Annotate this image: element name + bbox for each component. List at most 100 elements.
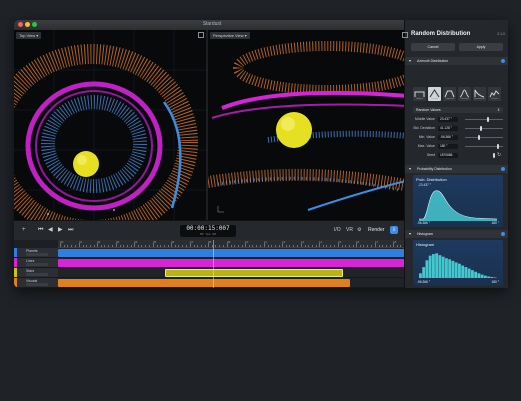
cancel-button[interactable]: Cancel xyxy=(411,43,455,51)
ruler-tick xyxy=(241,245,243,247)
ruler-tick xyxy=(278,245,280,247)
io-button[interactable]: I/O xyxy=(334,227,341,234)
ruler-tick xyxy=(289,245,291,247)
ruler-tick xyxy=(127,245,129,247)
graph-subtitle: -23.437 ° xyxy=(418,183,431,187)
track-lane[interactable] xyxy=(58,258,410,268)
track-lane[interactable] xyxy=(58,248,410,258)
info-icon[interactable] xyxy=(501,167,505,171)
info-icon[interactable] xyxy=(501,59,505,63)
ruler-tick xyxy=(322,245,324,247)
perspective-view-viewport[interactable]: Perspective View ▾ xyxy=(208,30,410,220)
viewport-menu-label: Top View xyxy=(19,33,36,38)
timecode-display[interactable]: 00:00:15:007 00 fps 00 xyxy=(180,225,236,237)
track-header[interactable]: Lines xyxy=(14,258,58,268)
distribution-shape-label: Trapezoid xyxy=(445,98,454,100)
probability-graph: Prob. Distribution -23.437 ° -96.366 ° 1… xyxy=(413,175,503,227)
track-parameter-field[interactable] xyxy=(26,263,48,266)
ruler-tick xyxy=(304,245,306,247)
parameter-value-field[interactable]: -96.366 ° xyxy=(438,135,458,140)
viewport-menu[interactable]: Perspective View ▾ xyxy=(210,32,250,39)
ruler-tick xyxy=(396,245,398,247)
vr-button[interactable]: VR xyxy=(346,227,353,234)
parameter-value-field[interactable]: 1870686 xyxy=(438,153,458,158)
timecode-subtitle: 00 fps 00 xyxy=(199,232,217,236)
playhead[interactable] xyxy=(213,240,214,288)
refresh-icon[interactable]: ↻ xyxy=(497,152,501,158)
render-icon[interactable]: ⇩ xyxy=(390,226,398,234)
histogram-bar xyxy=(448,259,452,278)
track-header[interactable]: Visuals xyxy=(14,278,58,288)
maximize-viewport-icon[interactable] xyxy=(402,32,408,38)
parameter-slider-knob[interactable] xyxy=(478,135,480,140)
histogram-section-header[interactable]: ▾ Histogram xyxy=(405,230,508,238)
histogram-bar xyxy=(480,274,484,278)
random-values-select[interactable]: Random Values ⇕ xyxy=(413,107,503,113)
ruler-tick xyxy=(256,245,258,247)
track-color-swatch xyxy=(14,268,17,277)
timeline-ruler[interactable]: 00 01 02 03 04 05 06 07 08 09 10 11 12 13 14 15 16 17 18 xyxy=(58,240,410,248)
distribution-shape-label: Triangle xyxy=(430,98,439,100)
histogram-bar xyxy=(484,275,487,278)
distribution-shape-gaussian-button[interactable]: Gaussian xyxy=(458,87,471,101)
track-header[interactable]: Planets xyxy=(14,248,58,258)
track-color-swatch xyxy=(14,278,17,287)
parameter-label: Max. Value xyxy=(417,144,435,148)
play-icon[interactable]: ▶ xyxy=(58,227,63,234)
distribution-shape-uniform-button[interactable]: Uniform xyxy=(413,87,426,101)
parameter-value-field[interactable]: 23.437 ° xyxy=(438,117,458,122)
parameter-slider-knob[interactable] xyxy=(487,117,489,122)
info-icon[interactable] xyxy=(501,232,505,236)
parameter-label: Std. Deviation xyxy=(413,126,435,130)
parameter-row: Seed 1870686 ↻ xyxy=(413,152,503,159)
ruler-tick xyxy=(219,245,221,247)
parameter-value-field[interactable]: 41.128 ° xyxy=(438,126,458,131)
distribution-shape-triangle-button[interactable]: Triangle xyxy=(428,87,441,101)
parameter-slider-knob[interactable] xyxy=(497,144,499,149)
ruler-tick xyxy=(341,245,343,247)
timeline-clip[interactable] xyxy=(58,249,410,257)
ruler-tick xyxy=(116,243,117,247)
azimuth-section-header[interactable]: ▾ Azimuth Distribution xyxy=(405,57,508,65)
parameter-slider-track[interactable] xyxy=(465,137,503,138)
graph-title: Prob. Distribution xyxy=(416,177,447,182)
ruler-tick xyxy=(359,245,361,247)
seed-stepper[interactable] xyxy=(493,153,495,158)
parameter-row: Std. Deviation 41.128 ° xyxy=(413,125,503,132)
timeline-clip[interactable] xyxy=(58,279,350,287)
graph-max-label: 180 ° xyxy=(491,221,499,225)
apply-button[interactable]: Apply xyxy=(459,43,503,51)
add-icon[interactable]: + xyxy=(22,227,26,234)
histogram-bar xyxy=(451,260,455,278)
probability-section-header[interactable]: ▾ Probability Distribution xyxy=(405,165,508,173)
track-header[interactable]: Stars xyxy=(14,268,58,278)
ruler-tick xyxy=(123,245,125,247)
distribution-shape-exponential-button[interactable]: Exponential xyxy=(473,87,486,101)
timeline-clip[interactable] xyxy=(58,259,410,267)
ruler-tick xyxy=(222,245,224,247)
skip-to-start-icon[interactable]: ⏮ xyxy=(38,227,43,234)
track-parameter-field[interactable] xyxy=(26,283,48,286)
distribution-shape-custom-button[interactable]: Custom xyxy=(488,87,501,101)
parameter-slider-track[interactable] xyxy=(465,128,503,129)
viewport-menu[interactable]: Top View ▾ xyxy=(16,32,42,39)
ruler-tick xyxy=(248,245,250,247)
track-lane[interactable] xyxy=(58,268,410,278)
parameter-value-field[interactable]: 180 ° xyxy=(438,144,458,149)
render-button[interactable]: Render xyxy=(368,227,384,233)
distribution-shape-trapezoid-button[interactable]: Trapezoid xyxy=(443,87,456,101)
ruler-tick xyxy=(296,245,298,247)
track-parameter-field[interactable] xyxy=(26,273,48,276)
settings-icon[interactable]: ⚙ xyxy=(357,227,361,234)
maximize-viewport-icon[interactable] xyxy=(198,32,204,38)
collapse-arrow-icon: ▾ xyxy=(409,231,412,236)
timeline-clip[interactable] xyxy=(165,269,343,277)
track-lane[interactable] xyxy=(58,278,410,288)
track-parameter-field[interactable] xyxy=(26,253,48,256)
skip-to-end-icon[interactable]: ⏭ xyxy=(68,227,73,234)
parameter-slider-knob[interactable] xyxy=(480,126,482,131)
step-back-icon[interactable]: ◀ xyxy=(48,227,53,234)
top-view-viewport[interactable]: Top View ▾ xyxy=(14,30,206,220)
chevron-down-icon: ⇕ xyxy=(497,108,500,112)
parameter-slider-track[interactable] xyxy=(465,119,503,120)
